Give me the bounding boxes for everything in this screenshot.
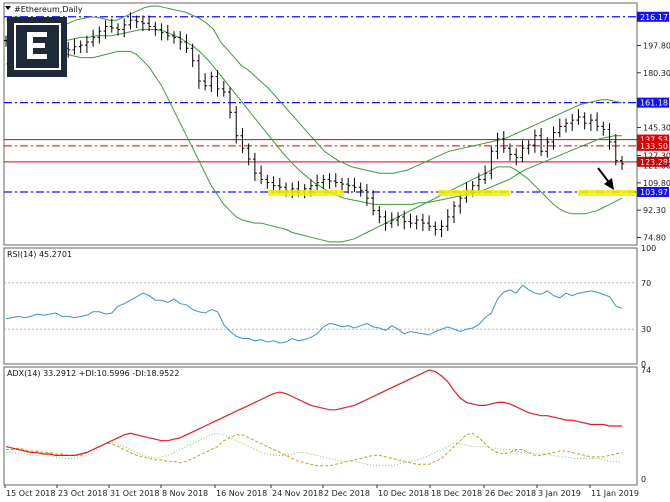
rsi-y-tick-label: 70 xyxy=(641,279,651,288)
x-tick-label: 3 Jan 2019 xyxy=(538,489,581,498)
price-y-tick-label: 109.80 xyxy=(643,179,670,188)
x-tick-label: 26 Dec 2018 xyxy=(485,489,536,498)
chart-canvas: 216.17161.18103.97137.53133.50123.2874.8… xyxy=(0,0,670,502)
adx-y-tick-label: 0 xyxy=(641,475,646,484)
support-highlight-middle xyxy=(438,190,510,196)
price-y-tick-label: 92.30 xyxy=(643,206,666,215)
x-tick-label: 24 Nov 2018 xyxy=(272,489,323,498)
price-y-tick-label: 180.30 xyxy=(643,69,670,78)
background xyxy=(0,0,670,502)
x-tick-label: 11 Jan 2019 xyxy=(591,489,639,498)
price-y-tick-label: 127.30 xyxy=(643,152,670,161)
x-tick-label: 2 Dec 2018 xyxy=(324,489,370,498)
price-y-tick-label: 197.80 xyxy=(643,41,670,50)
x-tick-label: 16 Nov 2018 xyxy=(216,489,267,498)
support-highlight-right xyxy=(578,190,635,196)
x-tick-label: 18 Dec 2018 xyxy=(431,489,482,498)
rsi-y-tick-label: 30 xyxy=(641,325,651,334)
x-tick-label: 15 Oct 2018 xyxy=(6,489,55,498)
x-tick-label: 31 Oct 2018 xyxy=(110,489,159,498)
adx-y-tick-label: 74 xyxy=(641,366,651,375)
price-y-tick-label: 74.80 xyxy=(643,234,666,243)
blue-level-label: 161.18 xyxy=(640,99,668,108)
symbol-title-group: #Ethereum,Daily xyxy=(5,5,83,14)
adx-title: ADX(14) 33.2912 +DI:10.5996 -DI:18.9522 xyxy=(7,369,179,378)
x-tick-label: 23 Oct 2018 xyxy=(58,489,107,498)
rsi-title: RSI(14) 45.2701 xyxy=(7,250,72,259)
red-level-label: 133.50 xyxy=(640,142,668,151)
support-highlight-left xyxy=(268,190,344,196)
symbol-title: #Ethereum,Daily xyxy=(14,5,83,14)
blue-level-label: 103.97 xyxy=(640,188,668,197)
price-y-tick-label: 121.00 xyxy=(643,161,670,170)
price-y-tick-label: 145.30 xyxy=(643,123,670,132)
x-tick-label: 8 Nov 2018 xyxy=(162,489,208,498)
blue-level-label: 216.17 xyxy=(640,13,668,22)
broker-logo xyxy=(7,17,67,77)
x-tick-label: 10 Dec 2018 xyxy=(378,489,429,498)
rsi-y-tick-label: 100 xyxy=(641,244,656,253)
